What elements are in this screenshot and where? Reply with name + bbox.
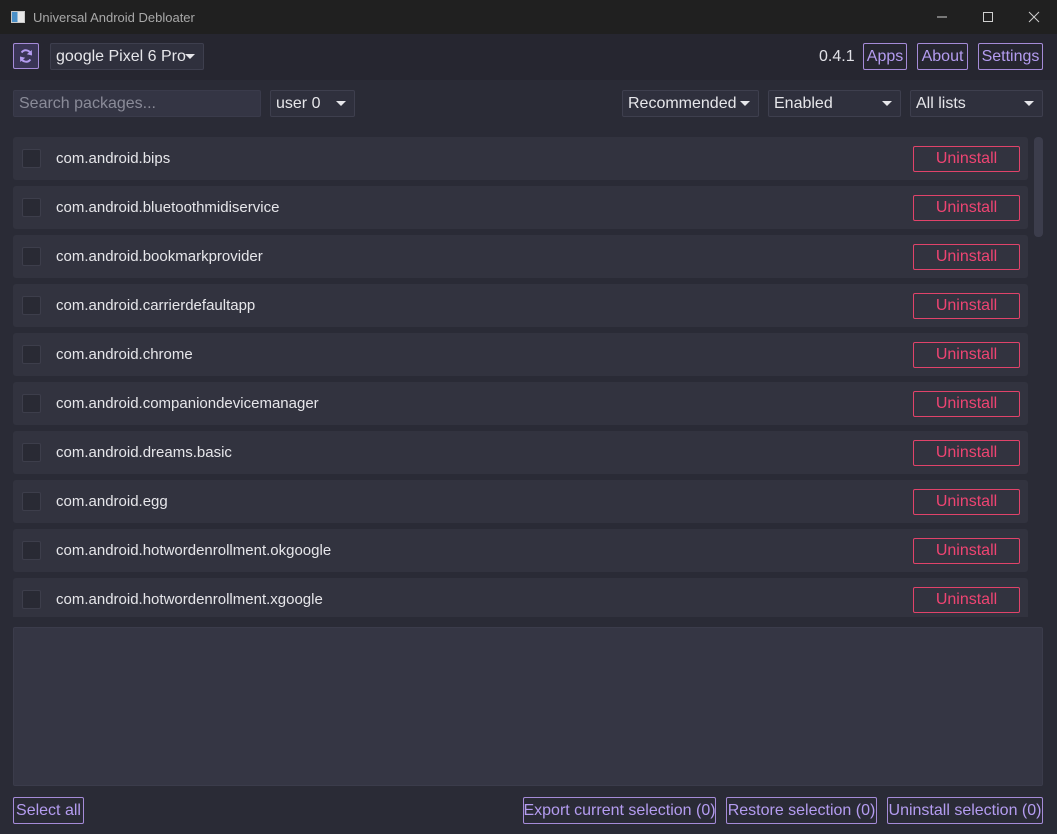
- recommendation-select-value: Recommended: [628, 94, 737, 112]
- minimize-button[interactable]: [919, 0, 965, 34]
- package-name: com.android.chrome: [56, 346, 193, 363]
- uninstall-button[interactable]: Uninstall: [913, 587, 1020, 613]
- search-input[interactable]: Search packages...: [13, 90, 261, 117]
- uninstall-button[interactable]: Uninstall: [913, 293, 1020, 319]
- package-name: com.android.hotwordenrollment.xgoogle: [56, 591, 323, 608]
- apps-button[interactable]: Apps: [863, 43, 907, 70]
- search-placeholder: Search packages...: [19, 94, 156, 112]
- package-name: com.android.bips: [56, 150, 171, 167]
- package-row: com.android.chrome Uninstall: [13, 333, 1028, 376]
- package-checkbox[interactable]: [22, 443, 41, 462]
- package-checkbox[interactable]: [22, 345, 41, 364]
- package-checkbox[interactable]: [22, 296, 41, 315]
- package-row: com.android.bookmarkprovider Uninstall: [13, 235, 1028, 278]
- package-row: com.android.dreams.basic Uninstall: [13, 431, 1028, 474]
- package-list: com.android.bips Uninstall com.android.b…: [13, 137, 1028, 617]
- package-list-scrollbar[interactable]: [1034, 137, 1043, 617]
- scrollbar-thumb[interactable]: [1034, 137, 1043, 237]
- settings-button[interactable]: Settings: [978, 43, 1043, 70]
- package-name: com.android.dreams.basic: [56, 444, 232, 461]
- about-button[interactable]: About: [917, 43, 968, 70]
- package-name: com.android.egg: [56, 493, 168, 510]
- version-label: 0.4.1: [819, 48, 855, 65]
- minimize-icon: [937, 16, 947, 18]
- package-row: com.android.egg Uninstall: [13, 480, 1028, 523]
- package-checkbox[interactable]: [22, 394, 41, 413]
- state-select[interactable]: Enabled: [768, 90, 901, 117]
- uninstall-button[interactable]: Uninstall: [913, 440, 1020, 466]
- package-name: com.android.bookmarkprovider: [56, 248, 263, 265]
- chevron-down-icon: [185, 54, 195, 59]
- close-button[interactable]: [1011, 0, 1057, 34]
- chevron-down-icon: [336, 101, 346, 106]
- device-select-value: google Pixel 6 Pro: [56, 47, 186, 65]
- uninstall-selection-button[interactable]: Uninstall selection (0): [887, 797, 1043, 824]
- chevron-down-icon: [1024, 101, 1034, 106]
- package-checkbox[interactable]: [22, 541, 41, 560]
- uninstall-button[interactable]: Uninstall: [913, 538, 1020, 564]
- package-row: com.android.hotwordenrollment.okgoogle U…: [13, 529, 1028, 572]
- recommendation-select[interactable]: Recommended: [622, 90, 759, 117]
- maximize-button[interactable]: [965, 0, 1011, 34]
- uninstall-button[interactable]: Uninstall: [913, 391, 1020, 417]
- list-select[interactable]: All lists: [910, 90, 1043, 117]
- package-checkbox[interactable]: [22, 198, 41, 217]
- package-name: com.android.companiondevicemanager: [56, 395, 319, 412]
- uninstall-button[interactable]: Uninstall: [913, 489, 1020, 515]
- restore-selection-button[interactable]: Restore selection (0): [726, 797, 877, 824]
- user-select-value: user 0: [276, 94, 321, 112]
- uninstall-button[interactable]: Uninstall: [913, 244, 1020, 270]
- uninstall-button[interactable]: Uninstall: [913, 195, 1020, 221]
- package-checkbox[interactable]: [22, 247, 41, 266]
- package-name: com.android.carrierdefaultapp: [56, 297, 256, 314]
- device-select[interactable]: google Pixel 6 Pro: [50, 43, 204, 70]
- package-checkbox[interactable]: [22, 590, 41, 609]
- close-icon: [1028, 11, 1040, 23]
- uninstall-button[interactable]: Uninstall: [913, 146, 1020, 172]
- app-window: Universal Android Debloater google Pixel: [0, 0, 1057, 834]
- window-controls: [919, 0, 1057, 34]
- export-selection-button[interactable]: Export current selection (0): [523, 797, 716, 824]
- package-checkbox[interactable]: [22, 492, 41, 511]
- uninstall-button[interactable]: Uninstall: [913, 342, 1020, 368]
- user-select[interactable]: user 0: [270, 90, 355, 117]
- package-description-panel: [13, 627, 1043, 786]
- maximize-icon: [983, 12, 993, 22]
- title-bar: Universal Android Debloater: [0, 0, 1057, 34]
- package-checkbox[interactable]: [22, 149, 41, 168]
- app-window-icon: [11, 11, 25, 23]
- refresh-icon: [20, 49, 32, 63]
- list-select-value: All lists: [916, 94, 966, 112]
- select-all-button[interactable]: Select all: [13, 797, 84, 824]
- header-bar: google Pixel 6 Pro 0.4.1 Apps About Sett…: [0, 34, 1057, 80]
- package-name: com.android.bluetoothmidiservice: [56, 199, 280, 216]
- package-row: com.android.bluetoothmidiservice Uninsta…: [13, 186, 1028, 229]
- state-select-value: Enabled: [774, 94, 833, 112]
- refresh-button[interactable]: [13, 43, 39, 69]
- chevron-down-icon: [882, 101, 892, 106]
- package-row: com.android.companiondevicemanager Unins…: [13, 382, 1028, 425]
- window-title: Universal Android Debloater: [33, 9, 195, 25]
- package-row: com.android.carrierdefaultapp Uninstall: [13, 284, 1028, 327]
- chevron-down-icon: [740, 101, 750, 106]
- package-row: com.android.hotwordenrollment.xgoogle Un…: [13, 578, 1028, 617]
- package-name: com.android.hotwordenrollment.okgoogle: [56, 542, 332, 559]
- package-row: com.android.bips Uninstall: [13, 137, 1028, 180]
